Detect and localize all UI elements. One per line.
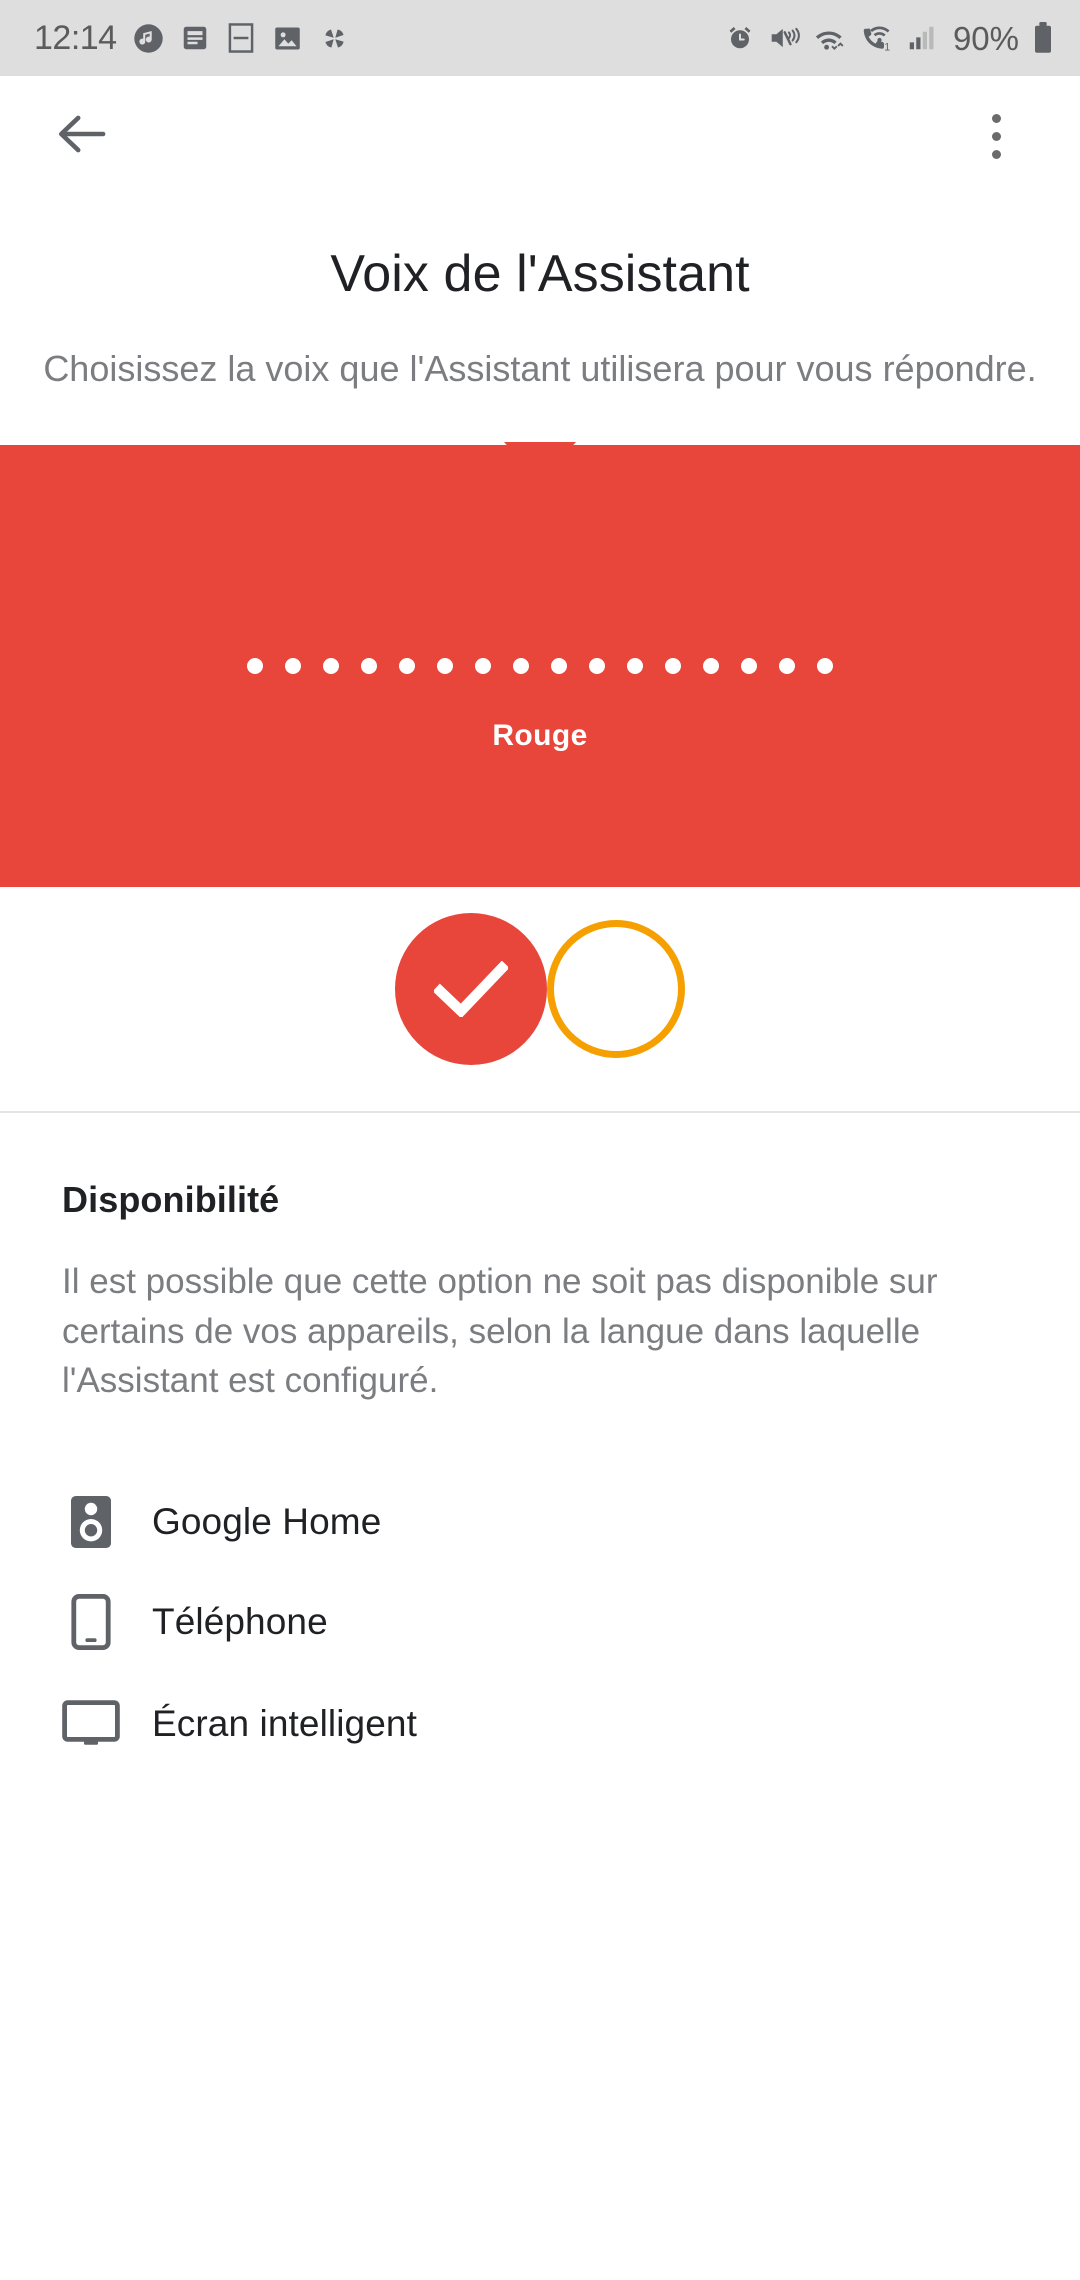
more-vertical-icon [991, 113, 1001, 159]
status-bar-right: 1 90% [725, 22, 1054, 55]
waveform-dot [779, 658, 795, 675]
alarm-icon [725, 23, 755, 53]
back-arrow-icon [55, 111, 109, 162]
wifi-calling-icon: 1 [860, 23, 893, 53]
waveform-dot [247, 658, 263, 675]
selection-caret [504, 442, 576, 482]
assistant-voice-screen: 12:14 1 90% Voix de l'Assistant Choisiss… [0, 0, 1080, 2280]
device-label: Écran intelligent [152, 1703, 417, 1745]
device-list: Google Home Téléphone Écran intelligent [62, 1472, 1018, 1774]
voice-swatch-row [0, 909, 1080, 1069]
availability-section: Disponibilité Il est possible que cette … [0, 1179, 1080, 1774]
waveform-dot [665, 658, 681, 675]
device-item-telephone: Téléphone [62, 1572, 542, 1672]
waveform-dot [513, 658, 529, 675]
waveform-dot [703, 658, 719, 675]
waveform-dot [551, 658, 567, 675]
waveform-dot [323, 658, 339, 675]
waveform-dots [0, 445, 1080, 887]
waveform-dot [475, 658, 491, 675]
battery-icon [1032, 22, 1054, 54]
news-feed-icon [180, 23, 210, 53]
overflow-menu-button[interactable] [960, 100, 1032, 172]
availability-body: Il est possible que cette option ne soit… [62, 1262, 938, 1401]
check-icon [434, 961, 508, 1018]
waveform-dot [817, 658, 833, 675]
waveform-dot [627, 658, 643, 675]
photo-icon [272, 23, 303, 54]
app-bar [0, 76, 1080, 196]
device-item-ecran-intelligent: Écran intelligent [62, 1674, 1018, 1774]
voice-swatch-orange[interactable] [547, 920, 685, 1059]
waveform-dot [361, 658, 377, 675]
signal-bars-icon [906, 23, 936, 53]
status-bar: 12:14 1 90% [0, 0, 1080, 76]
battery-percent-label: 90% [952, 19, 1019, 57]
split-screen-icon [226, 22, 256, 54]
voice-preview-banner[interactable]: Rouge [0, 445, 1080, 888]
page-title: Voix de l'Assistant [330, 245, 750, 303]
voice-swatch-rouge[interactable] [395, 913, 547, 1066]
waveform-dot [437, 658, 453, 675]
availability-title: Disponibilité [62, 1179, 280, 1221]
vibrate-mute-icon [768, 23, 800, 53]
svg-text:1: 1 [884, 42, 890, 54]
wifi-icon [813, 23, 847, 53]
device-label: Téléphone [152, 1601, 328, 1643]
waveform-dot [399, 658, 415, 675]
back-button[interactable] [46, 100, 118, 172]
waveform-dot [589, 658, 605, 675]
phone-icon [62, 1593, 120, 1651]
speaker-icon [62, 1493, 120, 1551]
waveform-dot [285, 658, 301, 675]
music-note-icon [133, 23, 164, 54]
device-label: Google Home [152, 1501, 382, 1543]
pinwheel-icon [319, 23, 350, 54]
status-bar-left: 12:14 [34, 21, 350, 55]
section-divider [0, 1111, 1080, 1114]
smart-display-icon [62, 1695, 120, 1753]
device-item-google-home: Google Home [62, 1472, 552, 1572]
status-clock: 12:14 [34, 19, 117, 57]
voice-name-label: Rouge [492, 719, 588, 753]
page-subtitle: Choisissez la voix que l'Assistant utili… [43, 348, 1037, 389]
waveform-dot [741, 658, 757, 675]
